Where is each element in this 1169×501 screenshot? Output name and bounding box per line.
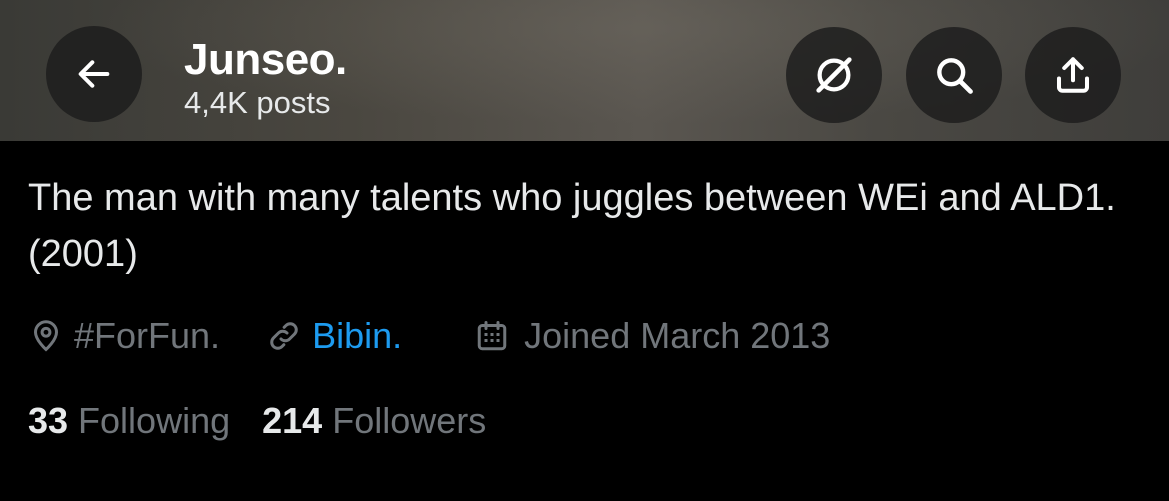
join-date-text: Joined March 2013	[524, 315, 831, 356]
followers-label: Followers	[332, 400, 487, 441]
join-date-item: Joined March 2013	[474, 315, 830, 357]
profile-meta: #ForFun. Bibin. Joined March 2013	[28, 312, 830, 360]
following-count: 33	[28, 400, 69, 441]
website-link[interactable]: Bibin.	[266, 315, 402, 357]
location-pin-icon	[33, 320, 59, 352]
search-icon	[937, 58, 973, 94]
followers-link[interactable]: 214 Followers	[262, 400, 486, 442]
share-icon	[1056, 57, 1090, 93]
profile-bio: The man with many talents who juggles be…	[28, 177, 1116, 275]
following-link[interactable]: 33 Following	[28, 400, 230, 442]
share-button[interactable]	[1025, 27, 1121, 123]
profile-title: Junseo. 4,4K posts	[184, 36, 347, 120]
website-link-text[interactable]: Bibin.	[312, 315, 402, 357]
search-button[interactable]	[906, 27, 1002, 123]
location-text: #ForFun.	[74, 315, 221, 356]
grok-button[interactable]	[786, 27, 882, 123]
link-icon	[270, 322, 298, 350]
profile-header: Junseo. 4,4K posts	[0, 0, 1169, 141]
followers-count: 214	[262, 400, 323, 441]
grok-icon	[816, 57, 852, 93]
profile-name: Junseo.	[184, 35, 347, 84]
following-label: Following	[78, 400, 231, 441]
back-arrow-icon	[78, 60, 110, 88]
back-button[interactable]	[46, 26, 142, 122]
calendar-icon	[477, 321, 507, 351]
post-count: 4,4K posts	[184, 85, 331, 120]
follow-stats: 33 Following 214 Followers	[28, 396, 486, 446]
location-item: #ForFun.	[28, 315, 220, 357]
